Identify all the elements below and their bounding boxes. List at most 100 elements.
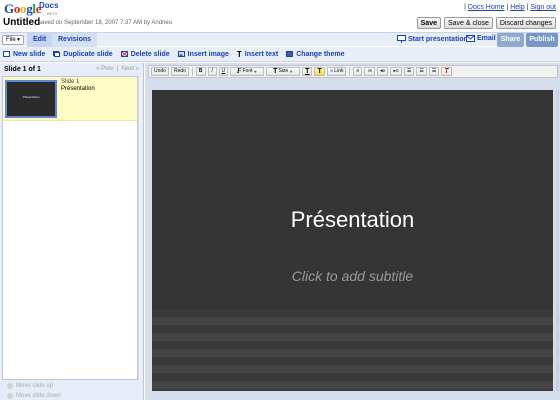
slide-list-scrollbar[interactable] xyxy=(138,76,142,380)
email-button[interactable]: Email xyxy=(466,35,496,42)
start-presentation-label: Start presentation xyxy=(408,35,468,43)
slide-title[interactable]: Présentation xyxy=(152,207,553,233)
email-label: Email xyxy=(477,35,496,42)
link-icon: ∞ xyxy=(329,68,334,74)
numbered-list-icon: ≡ xyxy=(356,68,360,74)
slide-thumbnail[interactable]: Présentation xyxy=(5,80,57,118)
docs-logo-text: Docs xyxy=(39,1,59,10)
duplicate-icon xyxy=(53,51,61,57)
new-slide-label: New slide xyxy=(13,50,46,58)
font-icon: F xyxy=(236,67,242,75)
chevron-down-icon: ▼ xyxy=(253,69,258,74)
text-color-button[interactable]: T xyxy=(302,67,313,76)
presentation-icon xyxy=(397,35,406,43)
link-label: Link xyxy=(334,68,344,74)
tab-edit[interactable]: Edit xyxy=(27,33,53,47)
italic-button[interactable]: I xyxy=(207,67,217,76)
prev-link[interactable]: « Prev xyxy=(96,66,113,72)
move-slide-up-button[interactable]: Move slide up xyxy=(0,381,143,391)
toolbar-divider xyxy=(349,67,351,76)
toolbar-divider xyxy=(191,67,193,76)
file-menu-label: File xyxy=(6,37,16,43)
duplicate-slide-label: Duplicate slide xyxy=(63,50,113,58)
tab-revisions[interactable]: Revisions xyxy=(52,33,98,47)
next-link[interactable]: Next » xyxy=(122,66,139,72)
outdent-icon: ◂≡ xyxy=(380,68,386,74)
document-title[interactable]: Untitled xyxy=(3,17,40,28)
slide-canvas[interactable]: Présentation Click to add subtitle xyxy=(152,90,553,391)
bulleted-list-icon: ⁝≡ xyxy=(367,68,372,74)
image-icon xyxy=(177,51,185,57)
google-logo: Google xyxy=(4,1,42,16)
slide-list-item[interactable]: Présentation Slide 1 Présentation xyxy=(3,77,137,121)
change-theme-button[interactable]: Change theme xyxy=(286,51,344,58)
header: Google Docs BETA | Docs Home | Help | Si… xyxy=(0,0,560,33)
slides-panel: Slide 1 of 1 « Prev | Next » Présentatio… xyxy=(0,63,144,400)
text-color-icon: T xyxy=(305,68,310,75)
discard-changes-button[interactable]: Discard changes xyxy=(495,17,556,29)
text-icon: T xyxy=(236,49,242,59)
insert-image-button[interactable]: Insert image xyxy=(177,51,229,58)
highlight-color-button[interactable]: T xyxy=(314,67,325,76)
align-center-icon: ☰ xyxy=(419,68,424,74)
align-center-button[interactable]: ☰ xyxy=(416,67,427,76)
saved-status: saved on September 18, 2007 7:37 AM by A… xyxy=(38,20,173,26)
top-links: | Docs Home | Help | Sign out xyxy=(464,4,556,11)
share-button[interactable]: Share xyxy=(497,33,524,47)
delete-slide-button[interactable]: Delete slide xyxy=(120,50,170,58)
font-dropdown[interactable]: F Font ▼ xyxy=(230,67,265,76)
new-slide-button[interactable]: New slide xyxy=(3,51,45,58)
docs-home-link[interactable]: Docs Home xyxy=(468,4,505,11)
size-label: Size xyxy=(278,68,289,74)
align-left-button[interactable]: ☰ xyxy=(403,67,415,76)
clear-formatting-button[interactable]: T xyxy=(441,67,452,76)
arrow-up-icon xyxy=(7,383,13,389)
file-menu-button[interactable]: File ▼ xyxy=(2,35,24,45)
help-link[interactable]: Help xyxy=(510,4,524,11)
save-button[interactable]: Save xyxy=(416,17,441,29)
decrease-indent-button[interactable]: ◂≡ xyxy=(377,67,389,76)
undo-button[interactable]: Undo xyxy=(151,67,169,76)
slide-subtitle-placeholder[interactable]: Click to add subtitle xyxy=(152,268,553,284)
underline-button[interactable]: U xyxy=(218,67,229,76)
sign-out-link[interactable]: Sign out xyxy=(530,4,556,11)
slide-list: Présentation Slide 1 Présentation xyxy=(2,76,138,380)
start-presentation-button[interactable]: Start presentation xyxy=(397,35,468,43)
chevron-down-icon: ▼ xyxy=(16,37,21,43)
redo-button[interactable]: Redo xyxy=(170,67,189,76)
editor-toolbar: Undo Redo B I U F Font ▼ T Size ▼ T T ∞ … xyxy=(148,65,558,78)
delete-slide-label: Delete slide xyxy=(130,50,170,58)
arrow-down-icon xyxy=(7,393,13,399)
duplicate-slide-button[interactable]: Duplicate slide xyxy=(53,50,113,58)
tab-bar: File ▼ Edit Revisions Start presentation… xyxy=(0,32,560,47)
numbered-list-button[interactable]: ≡ xyxy=(353,67,363,76)
align-left-icon: ☰ xyxy=(406,68,412,74)
slide-count: Slide 1 of 1 xyxy=(4,66,41,73)
move-slide-down-button[interactable]: Move slide down xyxy=(0,391,143,400)
align-right-icon: ☰ xyxy=(431,68,437,74)
save-close-button[interactable]: Save & close xyxy=(444,17,493,29)
slide-pagination: « Prev | Next » xyxy=(96,66,139,72)
slide-number: Slide 1 xyxy=(61,79,80,85)
bulleted-list-button[interactable]: ⁝≡ xyxy=(364,67,375,76)
align-right-button[interactable]: ☰ xyxy=(428,67,440,76)
insert-text-label: Insert text xyxy=(244,50,279,58)
insert-text-button[interactable]: T Insert text xyxy=(237,50,278,59)
thumbnail-title: Présentation xyxy=(22,95,40,99)
beta-label: BETA xyxy=(47,11,58,16)
bold-button[interactable]: B xyxy=(195,67,206,76)
slide-action-bar: New slide Duplicate slide Delete slide I… xyxy=(0,47,560,62)
publish-button[interactable]: Publish xyxy=(526,33,558,47)
envelope-icon xyxy=(466,35,475,42)
slide-name: Présentation xyxy=(61,86,95,92)
font-label: Font xyxy=(242,68,253,74)
delete-icon xyxy=(120,51,128,57)
size-dropdown[interactable]: T Size ▼ xyxy=(266,67,301,76)
slide-editor: Undo Redo B I U F Font ▼ T Size ▼ T T ∞ … xyxy=(145,63,560,400)
increase-indent-button[interactable]: ▸≡ xyxy=(390,67,402,76)
editor-scrollbar[interactable] xyxy=(556,90,559,391)
move-down-label: Move slide down xyxy=(16,393,61,399)
slide-background-bands xyxy=(152,309,553,391)
clear-formatting-icon: T xyxy=(444,68,449,75)
link-button[interactable]: ∞ Link xyxy=(326,67,347,76)
